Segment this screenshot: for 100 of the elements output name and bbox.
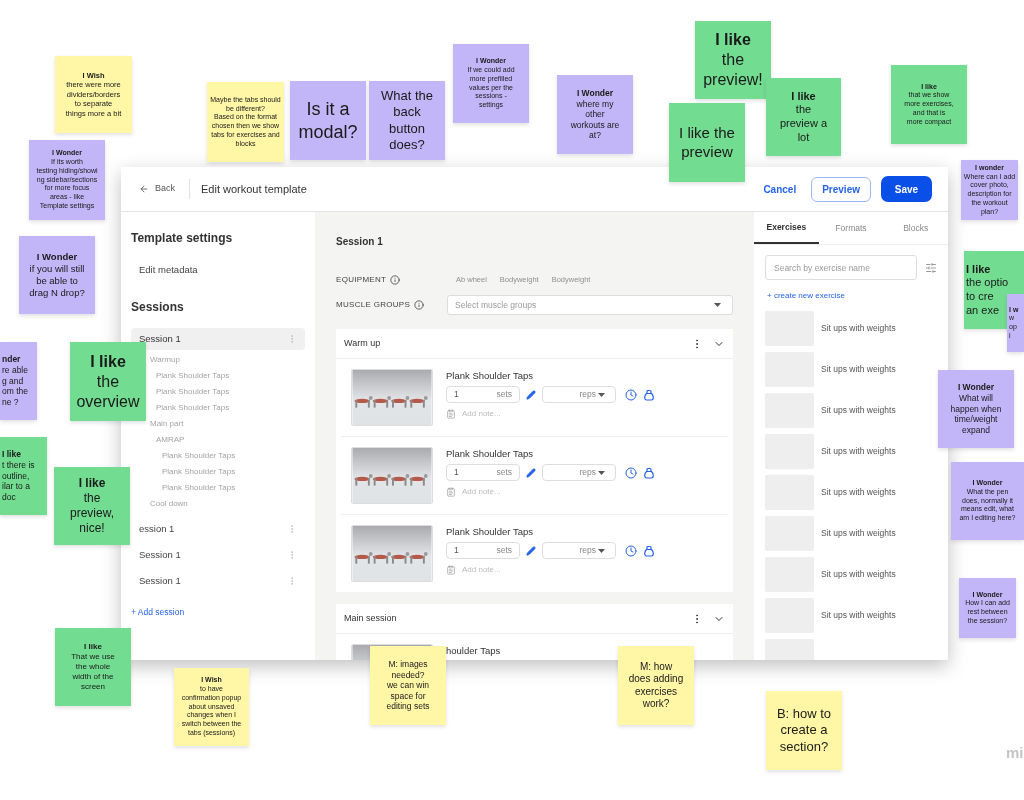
session-title: Session 1 — [336, 235, 384, 249]
exercise-list-item[interactable]: Sit ups with weights — [765, 598, 937, 633]
note-text: the preview a lot — [779, 103, 828, 145]
page-title: Edit workout template — [201, 181, 307, 197]
note-title: I like — [90, 351, 126, 372]
field-label: MUSCLE GROUPS — [336, 299, 411, 311]
exercise-name: Sit ups with weights — [821, 568, 896, 581]
exercise-name: houlder Taps — [446, 645, 501, 656]
sets-field[interactable]: 1 sets — [446, 542, 520, 559]
caret-icon — [598, 392, 605, 397]
exercise-name: Sit ups with weights — [821, 486, 896, 499]
caret-icon — [598, 470, 605, 475]
note-text: I like the preview — [679, 123, 735, 162]
reps-dropdown[interactable]: reps — [542, 464, 616, 481]
note-text: where my other workouts are at? — [570, 98, 620, 142]
note-text: the preview, nice! — [70, 491, 114, 536]
reps-dropdown[interactable]: reps — [542, 542, 616, 559]
exercise-list-item[interactable]: Sit ups with weights — [765, 557, 937, 592]
note-icon — [446, 409, 456, 419]
field-label: EQUIPMENT — [336, 273, 387, 286]
add-session-link[interactable]: + Add session — [131, 606, 305, 619]
note-title: I like — [966, 262, 991, 277]
exercise-list-item[interactable]: Sit ups with weights — [765, 516, 937, 551]
note-title: nder — [2, 354, 21, 366]
caret-icon — [714, 303, 721, 307]
clock-icon[interactable] — [625, 466, 637, 479]
section-title: Main session — [344, 611, 398, 625]
caret-icon — [598, 548, 605, 553]
filter-icon[interactable] — [925, 261, 937, 274]
note-text: the optio to cre an exe — [966, 276, 1009, 318]
kettlebell-icon[interactable] — [643, 388, 655, 401]
sidebar-heading: Template settings — [131, 230, 234, 247]
panel-tab[interactable]: Exercises — [754, 212, 819, 244]
exercise-name: Plank Shoulder Taps — [446, 526, 534, 537]
exercise-list-item[interactable]: Sit ups with weights — [765, 434, 937, 469]
pencil-icon[interactable] — [526, 389, 536, 400]
note-text: t there is outline, ilar to a doc — [2, 460, 35, 503]
preview-button[interactable]: Preview — [811, 176, 871, 202]
app-logo: mi — [1006, 743, 1024, 763]
section-title: Warm up — [344, 336, 382, 350]
arrow-left-icon — [139, 184, 149, 194]
session-item[interactable]: Session 1 — [131, 544, 305, 567]
back-button[interactable]: Back — [139, 182, 175, 196]
sets-field[interactable]: 1 sets — [446, 464, 520, 481]
note-field[interactable]: Add note... — [462, 408, 582, 420]
sidebar-heading: Sessions — [131, 299, 185, 317]
session-item[interactable]: Session 1 — [131, 570, 305, 593]
exercise-name: Plank Shoulder Taps — [446, 448, 534, 459]
note-field[interactable]: Add note... — [462, 486, 582, 498]
exercise-name: Sit ups with weights — [821, 322, 896, 335]
session-name: Session 1 — [139, 574, 181, 589]
reps-dropdown[interactable]: reps — [542, 386, 616, 403]
note-text: What the back button does? — [381, 88, 433, 153]
exercise-list-item[interactable]: Sit ups with weights — [765, 311, 937, 346]
kettlebell-icon[interactable] — [643, 544, 655, 557]
exercise-list-item[interactable]: Sit ups with weights — [765, 475, 937, 510]
cancel-button[interactable]: Cancel — [763, 181, 797, 197]
note-field[interactable]: Add note... — [462, 564, 582, 576]
note-title: I like — [715, 30, 751, 50]
note-text: the preview! — [703, 50, 763, 90]
exercise-name: Sit ups with weights — [821, 404, 896, 417]
create-exercise-link[interactable]: + create new exercise — [767, 290, 937, 302]
note-text: if you will still be able to drag N drop? — [29, 263, 85, 299]
note-title: I Wonder — [576, 87, 614, 99]
exercise-list-item[interactable]: Sit ups with weights — [765, 393, 937, 428]
note-icon — [446, 565, 456, 575]
note-text: the overview — [76, 371, 140, 412]
info-icon[interactable] — [414, 300, 425, 310]
clock-icon[interactable] — [625, 388, 637, 401]
panel-tab[interactable]: Formats — [818, 212, 884, 244]
note-text: Is it a modal? — [298, 98, 358, 143]
exercise-name: Sit ups with weights — [821, 363, 896, 376]
kettlebell-icon[interactable] — [643, 466, 655, 479]
panel-tab[interactable]: Blocks — [883, 212, 948, 244]
pencil-icon[interactable] — [526, 545, 536, 556]
clock-icon[interactable] — [625, 544, 637, 557]
note-text: re able g and om the ne ? — [2, 365, 28, 408]
exercise-name: Plank Shoulder Taps — [446, 370, 534, 381]
note-title: I Wonder — [36, 251, 78, 264]
note-title: I like — [791, 89, 816, 104]
note-title: I like — [2, 449, 21, 461]
search-field[interactable]: Search by exercise name — [765, 255, 917, 280]
pencil-icon[interactable] — [526, 467, 536, 478]
muscle-groups-select[interactable]: Select muscle groups — [447, 295, 733, 315]
note-text: That we use the whole width of the screen — [71, 652, 115, 692]
note-title: I like — [84, 642, 102, 652]
exercise-list-item[interactable]: Sit ups with weights — [765, 352, 937, 387]
session-name: ession 1 — [139, 522, 175, 537]
session-name: Session 1 — [139, 332, 181, 347]
sets-field[interactable]: 1 sets — [446, 386, 520, 403]
sidebar-link[interactable]: Edit metadata — [139, 263, 305, 278]
save-button[interactable]: Save — [881, 176, 932, 202]
session-item[interactable]: Session 1 — [131, 328, 305, 351]
info-icon[interactable] — [390, 274, 401, 285]
note-title: I like — [78, 476, 106, 491]
note-title: I Wonder — [957, 382, 995, 394]
note-text: M: how does adding exercises work? — [628, 660, 684, 711]
session-name: Session 1 — [139, 548, 181, 563]
session-item[interactable]: ession 1 — [131, 518, 305, 541]
note-text: B: how to create a section? — [776, 706, 832, 755]
